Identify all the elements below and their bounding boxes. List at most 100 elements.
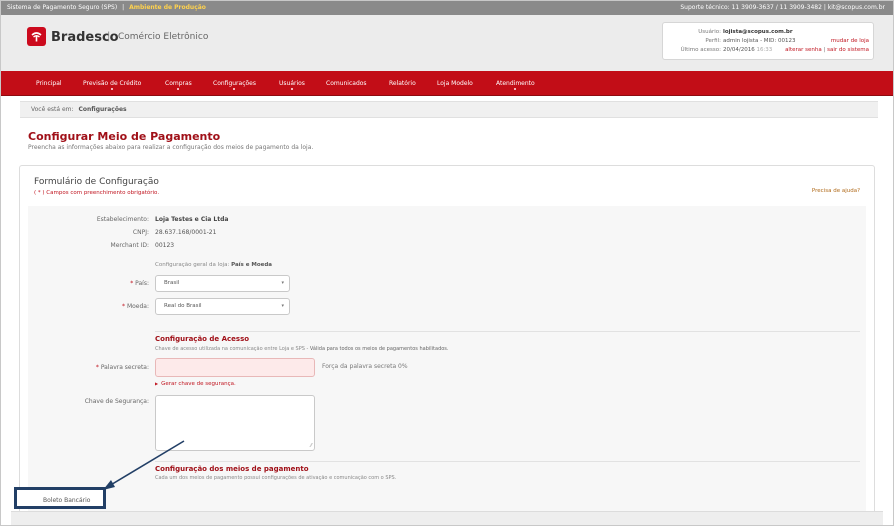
nav-item-principal[interactable]: Principal xyxy=(36,71,62,96)
nav-item-loja-modelo[interactable]: Loja Modelo xyxy=(437,71,473,96)
security-key-label: Chave de Segurança: xyxy=(84,398,149,405)
breadcrumb-prefix: Você está em: xyxy=(31,106,74,113)
general-config-note: Configuração geral da loja: País e Moeda xyxy=(155,262,272,268)
user-info-box: Usuário: lojista@scopus.com.br Perfil: a… xyxy=(662,22,874,60)
system-separator: | xyxy=(122,4,125,11)
nav-item-compras[interactable]: Compras xyxy=(165,71,192,96)
submenu-dot xyxy=(177,88,180,90)
last-access-time: 16:33 xyxy=(756,47,773,53)
profile-label: Perfil: xyxy=(705,38,721,44)
boleto-bancario-label: Boleto Bancário xyxy=(43,497,91,504)
last-access-value: 20/04/2016 16:33 xyxy=(723,47,772,53)
system-info: Sistema de Pagamento Seguro (SPS) | Ambi… xyxy=(7,1,206,15)
last-access-label: Último acesso: xyxy=(680,47,721,53)
page-title: Configurar Meio de Pagamento xyxy=(28,130,221,143)
submenu-dot xyxy=(233,88,236,90)
user-value: lojista@scopus.com.br xyxy=(723,29,793,35)
triangle-right-icon: ▶ xyxy=(155,381,159,386)
last-access-date: 20/04/2016 xyxy=(723,47,755,53)
cnpj-value: 28.637.168/0001-21 xyxy=(155,229,217,236)
country-label-text: País: xyxy=(135,280,149,287)
nav-item-comunicados[interactable]: Comunicados xyxy=(326,71,367,96)
section-divider xyxy=(155,331,860,332)
cnpj-label: CNPJ: xyxy=(132,229,149,236)
required-mark: * xyxy=(95,364,99,371)
submenu-dot xyxy=(290,88,293,90)
site-header: Bradesco | Comércio Eletrônico Usuário: … xyxy=(1,15,893,71)
secret-word-label-text: Palavra secreta: xyxy=(100,364,149,371)
generate-key-link[interactable]: ▶ Gerar chave de segurança. xyxy=(155,381,236,387)
nav-item-atendimento[interactable]: Atendimento xyxy=(496,71,535,96)
payments-section-title: Configuração dos meios de pagamento xyxy=(155,465,309,473)
country-label: * País: xyxy=(130,280,149,287)
app-window: Sistema de Pagamento Seguro (SPS) | Ambi… xyxy=(0,0,894,526)
breadcrumb: Você está em: Configurações xyxy=(20,101,878,118)
access-section-desc: Chave de acesso utilizada na comunicação… xyxy=(155,346,449,352)
support-info: Suporte técnico: 11 3909-3637 / 11 3909-… xyxy=(680,4,885,11)
footer-strip xyxy=(11,511,883,525)
top-status-bar: Sistema de Pagamento Seguro (SPS) | Ambi… xyxy=(1,1,893,15)
country-selected-value: Brasil xyxy=(164,280,180,286)
country-select[interactable]: Brasil ▾ xyxy=(155,275,290,292)
currency-label-text: Moeda: xyxy=(126,303,149,310)
nav-label: Loja Modelo xyxy=(437,80,473,87)
help-link[interactable]: Precisa de ajuda? xyxy=(812,188,860,194)
system-name: Sistema de Pagamento Seguro (SPS) xyxy=(7,4,118,11)
brand-separator: | xyxy=(107,31,111,42)
merchant-id-value: 00123 xyxy=(155,242,175,249)
submenu-dot xyxy=(111,88,114,90)
nav-label: Configurações xyxy=(213,80,256,87)
secret-word-label: * Palavra secreta: xyxy=(96,364,149,371)
nav-item-usuarios[interactable]: Usuários xyxy=(279,71,305,96)
user-label: Usuário: xyxy=(698,29,721,35)
breadcrumb-current[interactable]: Configurações xyxy=(78,106,126,113)
access-section-title: Configuração de Acesso xyxy=(155,335,250,343)
main-nav: Principal Previsão de Crédito Compras Co… xyxy=(1,71,893,96)
section-divider xyxy=(155,461,860,462)
nav-label: Compras xyxy=(165,80,192,87)
config-form-panel: Formulário de Configuração ( * ) Campos … xyxy=(19,165,875,525)
nav-label: Principal xyxy=(36,80,62,87)
form-title: Formulário de Configuração xyxy=(34,177,159,187)
establishment-value: Loja Testes e Cia Ltda xyxy=(155,216,229,223)
establishment-label: Estabelecimento: xyxy=(96,216,149,223)
access-desc-prefix: Chave de acesso utilizada na comunicação… xyxy=(155,346,309,352)
nav-label: Usuários xyxy=(279,80,305,87)
required-mark: * xyxy=(122,303,126,310)
general-config-bold: País e Moeda xyxy=(231,262,273,268)
secret-word-input[interactable] xyxy=(155,358,315,377)
account-links-separator: | xyxy=(823,47,826,53)
environment-label: Ambiente de Produção xyxy=(129,4,206,11)
bradesco-tree-logo-icon[interactable] xyxy=(27,27,46,46)
form-body: Estabelecimento: Loja Testes e Cia Ltda … xyxy=(28,206,866,525)
account-links: alterar senha | sair do sistema xyxy=(785,47,869,53)
chevron-down-icon: ▾ xyxy=(281,303,284,309)
submenu-dot xyxy=(514,88,517,90)
nav-item-configuracoes[interactable]: Configurações xyxy=(213,71,256,96)
resize-grip-icon[interactable]: ⁄⁄ xyxy=(310,443,312,449)
general-config-prefix: Configuração geral da loja: xyxy=(155,262,230,268)
currency-select[interactable]: Real do Brasil ▾ xyxy=(155,298,290,315)
payments-section-desc: Cada um dos meios de pagamento possui co… xyxy=(155,475,397,481)
boleto-bancario-tab[interactable]: Boleto Bancário xyxy=(14,487,106,509)
nav-label: Relatório xyxy=(389,80,416,87)
nav-label: Previsão de Crédito xyxy=(83,80,142,87)
secret-strength-indicator: Força da palavra secreta 0% xyxy=(322,363,408,370)
nav-label: Atendimento xyxy=(496,80,535,87)
nav-label: Comunicados xyxy=(326,80,367,87)
change-password-link[interactable]: alterar senha xyxy=(785,47,822,53)
profile-value: admin lojista - MID: 00123 xyxy=(723,38,796,44)
user-email: lojista@scopus.com.br xyxy=(723,29,793,35)
required-mark: * xyxy=(130,280,134,287)
change-store-link[interactable]: mudar de loja xyxy=(831,38,869,44)
nav-item-relatorio[interactable]: Relatório xyxy=(389,71,416,96)
generate-key-link-text: Gerar chave de segurança. xyxy=(161,381,236,387)
security-key-textarea[interactable]: ⁄⁄ xyxy=(155,395,315,451)
logout-link[interactable]: sair do sistema xyxy=(827,47,869,53)
currency-label: * Moeda: xyxy=(122,303,149,310)
chevron-down-icon: ▾ xyxy=(281,280,284,286)
currency-selected-value: Real do Brasil xyxy=(164,303,202,309)
required-fields-note: ( * ) Campos com preenchimento obrigatór… xyxy=(34,190,160,196)
nav-item-previsao-credito[interactable]: Previsão de Crédito xyxy=(83,71,141,96)
merchant-id-label: Merchant ID: xyxy=(110,242,149,249)
